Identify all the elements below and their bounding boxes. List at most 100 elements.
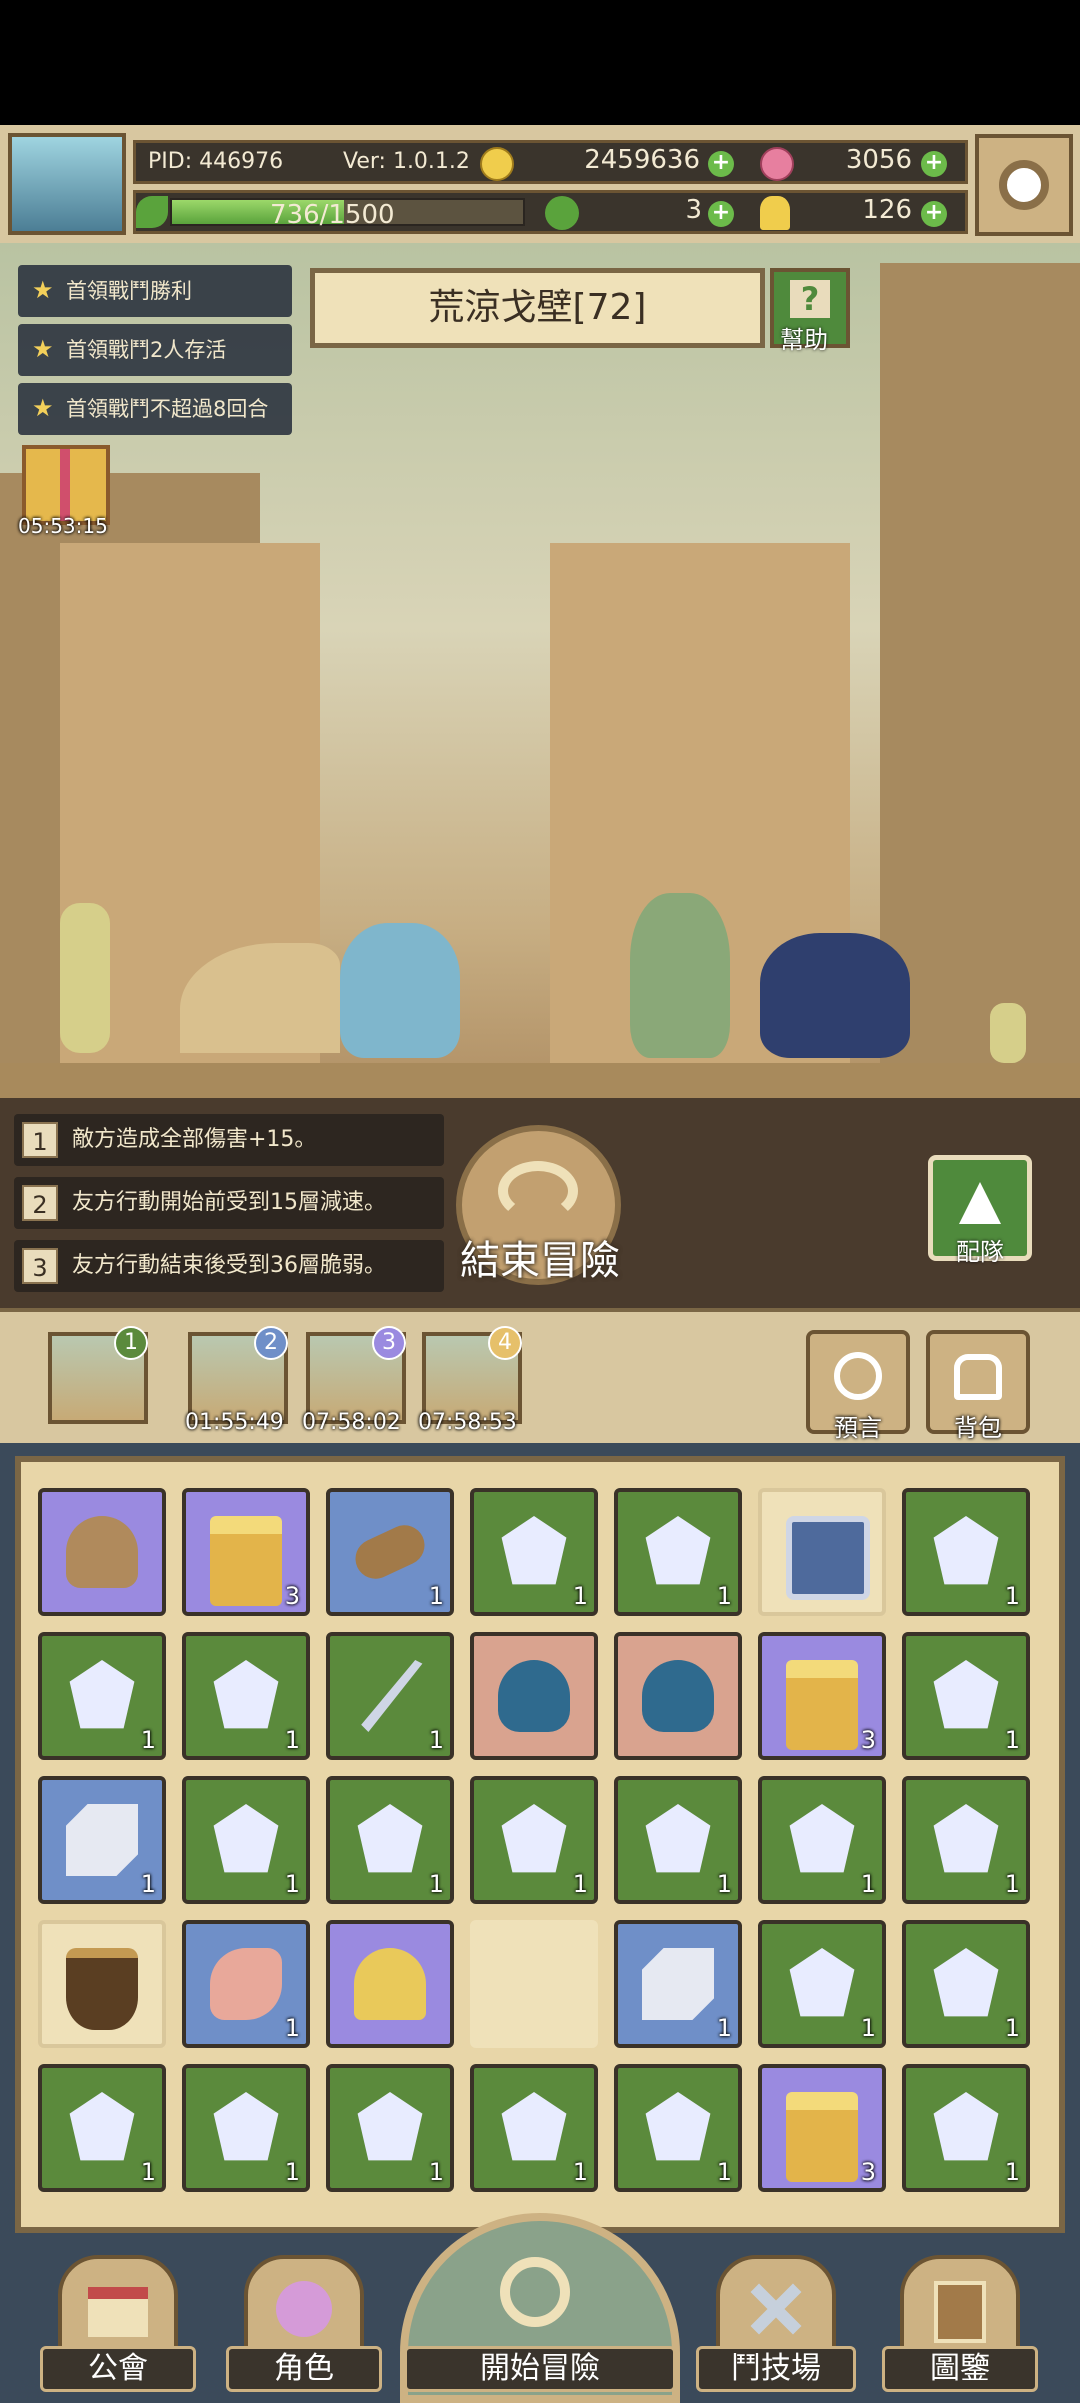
inventory-slot[interactable]: 1 [902, 1776, 1030, 1904]
inventory-slot[interactable] [38, 1488, 166, 1616]
character-icon [276, 2281, 332, 2337]
inventory-slot[interactable]: 1 [326, 2064, 454, 2192]
slot-timer: 07:58:53 [418, 1410, 517, 1435]
cube-icon [66, 1804, 138, 1876]
add-clover-plus-icon[interactable]: + [708, 201, 734, 227]
slot-number-badge: 2 [254, 1326, 288, 1360]
inventory-grid: 3 1 1 1 1 1 1 1 3 1 1 1 1 1 1 1 1 1 1 1 1 1 1 1 1 1 3 1 [38, 1488, 1042, 2192]
effect-number: 2 [22, 1185, 58, 1221]
inventory-slot[interactable]: 1 [758, 1920, 886, 2048]
slot-timer: 07:58:02 [302, 1410, 401, 1435]
gem-amount: 3056 [845, 145, 912, 175]
inventory-slot[interactable]: 1 [38, 1632, 166, 1760]
nav-guild-label[interactable]: 公會 [40, 2346, 196, 2392]
nav-arena-label[interactable]: 鬥技場 [696, 2346, 856, 2392]
inventory-slot[interactable]: 1 [614, 1920, 742, 2048]
crystal-icon [645, 1516, 711, 1585]
end-adventure-label: 結束冒險 [460, 1238, 620, 1284]
player-id: PID: 446976 [148, 149, 284, 174]
inventory-slot[interactable] [326, 1920, 454, 2048]
cliff-right [880, 263, 1080, 1098]
inventory-slot[interactable]: 3 [182, 1488, 310, 1616]
clover-amount: 3 [685, 195, 702, 225]
inventory-slot[interactable]: 1 [326, 1776, 454, 1904]
inventory-slot[interactable]: 1 [758, 1776, 886, 1904]
inventory-slot[interactable]: 1 [326, 1488, 454, 1616]
chest-icon [786, 1660, 858, 1750]
quest-text: 首領戰鬥2人存活 [66, 338, 227, 362]
crystal-icon [789, 1804, 855, 1873]
item-count: 1 [716, 2014, 732, 2042]
inventory-slot[interactable]: 1 [182, 1632, 310, 1760]
item-count: 1 [860, 2014, 876, 2042]
quest-item: ★ 首領戰鬥勝利 [18, 265, 292, 317]
chest-icon [210, 1516, 282, 1606]
hero-character-2 [630, 893, 730, 1058]
pot-icon [66, 1948, 138, 2030]
star-icon: ★ [32, 276, 54, 304]
slot-timer: 01:55:49 [185, 1410, 284, 1435]
rock-icon [66, 1516, 138, 1588]
add-gold-plus-icon[interactable]: + [708, 151, 734, 177]
inventory-slot[interactable]: 1 [38, 2064, 166, 2192]
item-count: 1 [428, 1582, 444, 1610]
crystal-icon [501, 1804, 567, 1873]
inventory-slot[interactable]: 1 [614, 1776, 742, 1904]
hero-character-3 [760, 933, 910, 1058]
team-label: 配隊 [956, 1238, 1004, 1266]
slime-icon [642, 1660, 714, 1732]
item-count: 1 [140, 1726, 156, 1754]
crystal-icon [69, 1660, 135, 1729]
nav-codex-label[interactable]: 圖鑒 [882, 2346, 1038, 2392]
item-count: 1 [1004, 2158, 1020, 2186]
inventory-slot[interactable] [614, 1632, 742, 1760]
inventory-slot[interactable]: 3 [758, 2064, 886, 2192]
inventory-slot[interactable]: 1 [470, 1488, 598, 1616]
key-amount: 126 [862, 195, 912, 225]
crystal-icon [213, 1804, 279, 1873]
inventory-slot[interactable] [758, 1488, 886, 1616]
inventory-slot[interactable]: 1 [614, 2064, 742, 2192]
ground [0, 1063, 1080, 1098]
team-icon [959, 1182, 1001, 1224]
effect-row: 1 敵方造成全部傷害+15。 [14, 1114, 444, 1166]
inventory-slot[interactable]: 1 [470, 1776, 598, 1904]
prophecy-label: 預言 [834, 1414, 882, 1442]
question-icon: ? [790, 280, 830, 318]
player-avatar[interactable] [8, 133, 126, 235]
gift-ribbon [60, 449, 70, 521]
inventory-slot[interactable]: 1 [902, 1920, 1030, 2048]
inventory-slot[interactable]: 3 [758, 1632, 886, 1760]
inventory-slot[interactable]: 1 [182, 2064, 310, 2192]
crystal-icon [213, 2092, 279, 2161]
version-label: Ver: 1.0.1.2 [343, 149, 470, 174]
inventory-slot[interactable] [38, 1920, 166, 2048]
add-gem-plus-icon[interactable]: + [921, 151, 947, 177]
nav-character-label[interactable]: 角色 [226, 2346, 382, 2392]
item-count: 1 [284, 2158, 300, 2186]
start-adventure-label[interactable]: 開始冒險 [404, 2346, 676, 2392]
star-icon: ★ [32, 335, 54, 363]
gold-coin-icon [480, 147, 514, 181]
backpack-icon [954, 1354, 1002, 1400]
inventory-slot[interactable] [470, 1632, 598, 1760]
inventory-slot[interactable]: 1 [470, 2064, 598, 2192]
inventory-slot[interactable]: 1 [38, 1776, 166, 1904]
inventory-slot[interactable]: 1 [902, 1632, 1030, 1760]
inventory-slot[interactable]: 1 [902, 1488, 1030, 1616]
inventory-slot[interactable]: 1 [614, 1488, 742, 1616]
settings-button[interactable] [975, 134, 1073, 236]
crystal-icon [357, 1804, 423, 1873]
inventory-slot[interactable]: 1 [182, 1920, 310, 2048]
item-count: 1 [1004, 2014, 1020, 2042]
inventory-slot[interactable]: 1 [902, 2064, 1030, 2192]
inventory-slot[interactable]: 1 [182, 1776, 310, 1904]
inventory-empty-slot[interactable] [470, 1920, 598, 2048]
hero-character-1 [340, 923, 460, 1058]
gear-icon [999, 160, 1049, 210]
crystal-icon [501, 2092, 567, 2161]
crystal-icon [933, 1516, 999, 1585]
inventory-slot[interactable]: 1 [326, 1632, 454, 1760]
item-count: 1 [140, 2158, 156, 2186]
add-key-plus-icon[interactable]: + [921, 201, 947, 227]
